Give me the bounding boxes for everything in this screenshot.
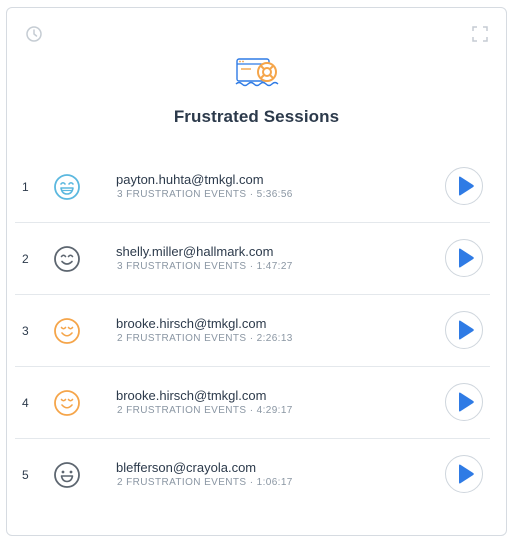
play-session-button[interactable]: [445, 311, 483, 349]
frustration-count: 2 FRUSTRATION EVENTS: [117, 333, 247, 344]
clock-icon[interactable]: [25, 25, 43, 43]
card-title: Frustrated Sessions: [173, 107, 340, 126]
session-rank: 5: [22, 468, 29, 482]
play-session-button[interactable]: [445, 167, 483, 205]
frustration-count: 3 FRUSTRATION EVENTS: [117, 189, 247, 200]
session-duration: 2:26:13: [256, 333, 293, 344]
session-list: 1 payton.huhta@tmkgl.com 3 FRUSTRATION E…: [7, 151, 506, 511]
play-icon: [458, 248, 474, 268]
play-session-button[interactable]: [445, 455, 483, 493]
play-session-button[interactable]: [445, 383, 483, 421]
session-rank: 3: [22, 324, 29, 338]
session-email[interactable]: brooke.hirsch@tmkgl.com: [116, 316, 266, 331]
session-meta: 2 FRUSTRATION EVENTS · 2:26:13: [117, 333, 293, 344]
meta-separator: ·: [249, 261, 254, 272]
grinning-face-icon: [52, 460, 82, 490]
session-email[interactable]: blefferson@crayola.com: [116, 460, 256, 475]
play-icon: [458, 392, 474, 412]
session-row[interactable]: 3 brooke.hirsch@tmkgl.com 2 FRUSTRATION …: [7, 295, 506, 367]
frustrated-sessions-card: Frustrated Sessions 1 payton.huhta@tmkgl…: [6, 7, 507, 536]
expand-icon[interactable]: [472, 26, 488, 42]
session-meta: 3 FRUSTRATION EVENTS · 1:47:27: [117, 261, 293, 272]
browser-lifebuoy-icon: [235, 56, 281, 88]
session-email[interactable]: shelly.miller@hallmark.com: [116, 244, 273, 259]
play-icon: [458, 320, 474, 340]
session-row[interactable]: 5 blefferson@crayola.com 2 FRUSTRATION E…: [7, 439, 506, 511]
meta-separator: ·: [249, 189, 254, 200]
smiling-face-icon: [52, 244, 82, 274]
session-email[interactable]: brooke.hirsch@tmkgl.com: [116, 388, 266, 403]
session-duration: 4:29:17: [256, 405, 293, 416]
play-icon: [458, 464, 474, 484]
play-icon: [458, 176, 474, 196]
meta-separator: ·: [249, 333, 254, 344]
session-duration: 1:47:27: [256, 261, 293, 272]
session-meta: 2 FRUSTRATION EVENTS · 1:06:17: [117, 477, 293, 488]
session-rank: 4: [22, 396, 29, 410]
meta-separator: ·: [249, 477, 254, 488]
content-face-icon: [52, 316, 82, 346]
laughing-face-icon: [52, 172, 82, 202]
session-row[interactable]: 4 brooke.hirsch@tmkgl.com 2 FRUSTRATION …: [7, 367, 506, 439]
play-session-button[interactable]: [445, 239, 483, 277]
session-duration: 5:36:56: [256, 189, 293, 200]
session-meta: 2 FRUSTRATION EVENTS · 4:29:17: [117, 405, 293, 416]
content-face-icon: [52, 388, 82, 418]
session-row[interactable]: 2 shelly.miller@hallmark.com 3 FRUSTRATI…: [7, 223, 506, 295]
session-duration: 1:06:17: [256, 477, 293, 488]
meta-separator: ·: [249, 405, 254, 416]
session-rank: 1: [22, 180, 29, 194]
session-rank: 2: [22, 252, 29, 266]
frustration-count: 2 FRUSTRATION EVENTS: [117, 405, 247, 416]
session-meta: 3 FRUSTRATION EVENTS · 5:36:56: [117, 189, 293, 200]
session-row[interactable]: 1 payton.huhta@tmkgl.com 3 FRUSTRATION E…: [7, 151, 506, 223]
frustration-count: 2 FRUSTRATION EVENTS: [117, 477, 247, 488]
frustration-count: 3 FRUSTRATION EVENTS: [117, 261, 247, 272]
session-email[interactable]: payton.huhta@tmkgl.com: [116, 172, 264, 187]
